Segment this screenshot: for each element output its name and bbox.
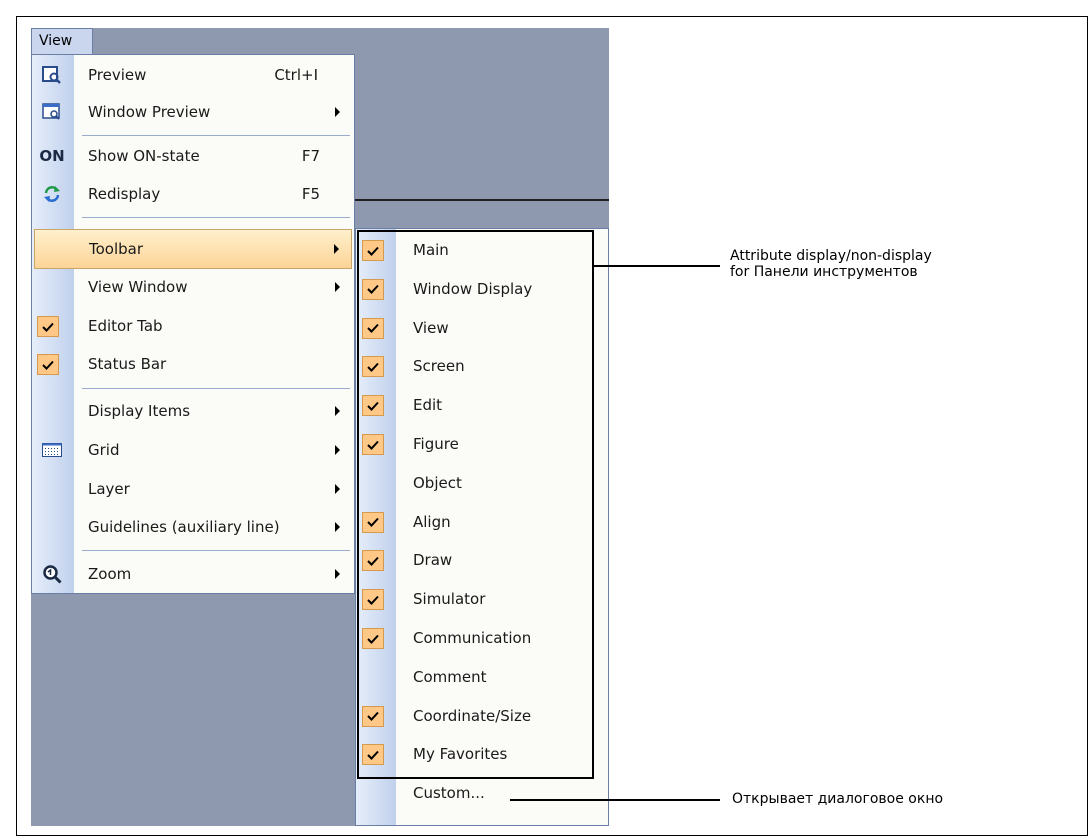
menu-item-label: Window Preview xyxy=(88,103,211,121)
menubar-view-label: View xyxy=(39,33,73,49)
toolbar-callout-leader-line xyxy=(594,265,720,267)
submenu-arrow-icon xyxy=(335,107,340,117)
menu-item-label: Display Items xyxy=(88,402,191,420)
toolbar-callout-line-1: Attribute display/non-display xyxy=(730,248,932,264)
submenu-arrow-icon xyxy=(335,445,340,455)
redisplay-icon xyxy=(41,183,63,205)
menu-item-label: Status Bar xyxy=(88,355,167,373)
menu-item-status-bar[interactable]: Status Bar xyxy=(32,345,354,383)
menu-item-label: Guidelines (auxiliary line) xyxy=(88,518,280,536)
menu-item-label: Redisplay xyxy=(88,185,161,203)
menu-item-toolbar[interactable]: Toolbar xyxy=(34,229,352,269)
submenu-arrow-icon xyxy=(334,244,339,254)
on-state-icon: ON xyxy=(39,147,65,165)
submenu-arrow-icon xyxy=(335,522,340,532)
checkmark-icon xyxy=(37,354,59,375)
submenu-arrow-icon xyxy=(335,406,340,416)
custom-callout-text: Открывает диалоговое окно xyxy=(732,791,944,807)
submenu-arrow-icon xyxy=(335,282,340,292)
menu-item-editor-tab[interactable]: Editor Tab xyxy=(32,307,354,345)
menu-item-label: Show ON-state xyxy=(88,147,200,165)
menu-item-guidelines[interactable]: Guidelines (auxiliary line) xyxy=(32,508,354,546)
menu-item-zoom[interactable]: Zoom xyxy=(32,555,354,593)
menu-separator xyxy=(82,217,350,218)
menu-item-preview[interactable]: Preview Ctrl+I xyxy=(32,56,354,94)
menu-item-label: Preview xyxy=(88,66,147,84)
menu-item-shortcut: F7 xyxy=(301,147,320,165)
menu-item-window-preview[interactable]: Window Preview xyxy=(32,93,354,131)
menu-item-label: Toolbar xyxy=(89,240,144,258)
menu-item-grid[interactable]: Grid xyxy=(32,431,354,469)
submenu-arrow-icon xyxy=(335,484,340,494)
view-menu: Preview Ctrl+I Window Preview ON Show ON… xyxy=(31,54,355,594)
toolbar-items-callout-box xyxy=(357,230,594,779)
menu-item-layer[interactable]: Layer xyxy=(32,470,354,508)
menu-item-display-items[interactable]: Display Items xyxy=(32,392,354,430)
preview-icon xyxy=(41,64,63,86)
application-divider xyxy=(355,199,609,201)
zoom-icon xyxy=(41,563,63,585)
menu-item-label: Grid xyxy=(88,441,120,459)
menu-item-label: Zoom xyxy=(88,565,132,583)
window-preview-icon xyxy=(41,101,63,123)
menu-item-redisplay[interactable]: Redisplay F5 xyxy=(32,175,354,213)
toolbar-item-custom[interactable]: Custom... xyxy=(356,774,608,812)
menu-separator xyxy=(82,388,350,389)
menu-item-shortcut: Ctrl+I xyxy=(274,66,318,84)
menu-separator xyxy=(82,135,350,136)
grid-icon xyxy=(41,439,63,461)
menubar-view[interactable]: View xyxy=(31,28,93,55)
menu-separator xyxy=(82,550,350,551)
menu-item-label: Editor Tab xyxy=(88,317,163,335)
menu-item-label: Layer xyxy=(88,480,130,498)
checkmark-icon xyxy=(37,316,59,337)
menu-item-shortcut: F5 xyxy=(301,185,320,203)
menu-item-view-window[interactable]: View Window xyxy=(32,268,354,306)
toolbar-callout-text: Attribute display/non-display for Панели… xyxy=(730,248,932,280)
menu-item-show-on-state[interactable]: ON Show ON-state F7 xyxy=(32,137,354,175)
custom-callout-leader-line xyxy=(510,799,720,801)
toolbar-item-label: Custom... xyxy=(413,784,485,803)
submenu-arrow-icon xyxy=(335,569,340,579)
menu-item-label: View Window xyxy=(88,278,188,296)
toolbar-callout-line-2: for Панели инструментов xyxy=(730,264,918,280)
